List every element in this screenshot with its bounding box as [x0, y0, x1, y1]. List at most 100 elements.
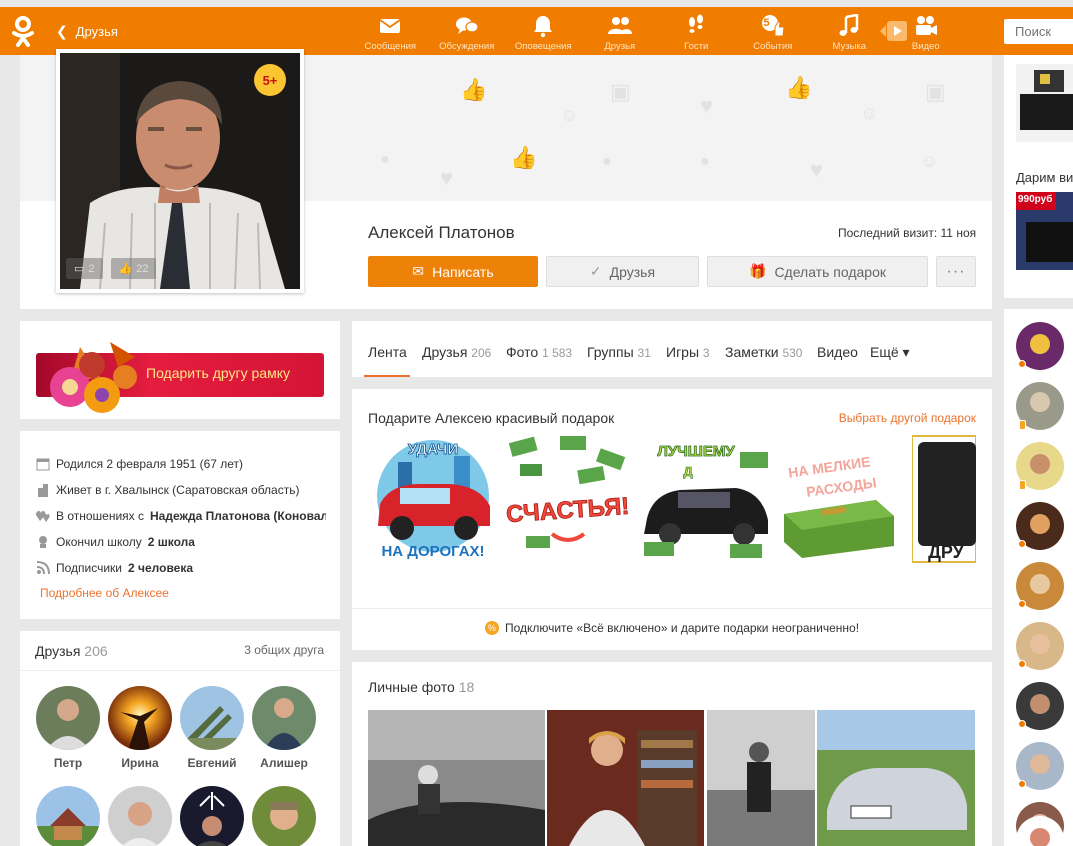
- frame-promo-card[interactable]: Подарить другу рамку: [20, 321, 340, 419]
- pattern-compass-icon: ●: [380, 151, 390, 168]
- friends-status-button[interactable]: ✓ Друзья: [546, 256, 699, 287]
- tab-count: 1 583: [542, 346, 573, 360]
- nav-friends[interactable]: Друзья: [582, 7, 659, 55]
- nav-discussions[interactable]: Обсуждения: [429, 7, 506, 55]
- friend-item[interactable]: Евгений: [180, 686, 244, 770]
- pattern-smile-icon: ☺: [560, 105, 579, 125]
- school-link[interactable]: 2 школа: [148, 535, 195, 549]
- search-input[interactable]: [1004, 19, 1073, 44]
- tab-friends[interactable]: Друзья 206: [422, 344, 491, 360]
- friend-item[interactable]: Петр: [36, 686, 100, 770]
- nav-events[interactable]: 5 События: [735, 7, 812, 55]
- friends-card: Друзья 206 3 общих друга Петр Ирина Евге…: [20, 631, 340, 846]
- avatar-comments[interactable]: ▭ 2: [66, 258, 103, 279]
- avatar: [252, 686, 316, 750]
- subscribers-link[interactable]: 2 человека: [128, 561, 193, 575]
- more-actions-button[interactable]: ···: [936, 256, 976, 287]
- footprints-icon: [689, 14, 704, 33]
- tab-label: Друзья: [422, 344, 468, 360]
- friend-item[interactable]: Ирина: [108, 686, 172, 770]
- common-friends-link[interactable]: 3 общих друга: [244, 643, 324, 657]
- friends-header[interactable]: Друзья 206: [35, 643, 108, 659]
- friend-item[interactable]: [36, 786, 100, 846]
- hearts-icon: [36, 511, 50, 522]
- photo-thumbnail[interactable]: [368, 710, 545, 846]
- nav-messages[interactable]: Сообщения: [352, 7, 429, 55]
- avatar: [36, 786, 100, 846]
- friend-item[interactable]: [180, 786, 244, 846]
- video-play-icon[interactable]: [880, 20, 908, 42]
- gift-item[interactable]: УДАЧИ НА ДОРОГАХ!: [370, 434, 496, 564]
- building-icon: [38, 484, 48, 497]
- pattern-thumbs-icon: 👍: [460, 77, 488, 102]
- pattern-compass-icon: ●: [700, 153, 710, 170]
- friend-item[interactable]: Алишер: [252, 686, 316, 770]
- education-icon: [39, 536, 47, 548]
- online-status-dot: [1018, 660, 1026, 668]
- tab-count: 3: [702, 346, 710, 360]
- avatar: [108, 786, 172, 846]
- ad-text[interactable]: Дарим ви: [1016, 170, 1073, 185]
- friend-item[interactable]: [252, 786, 316, 846]
- nav-label: Гости: [684, 41, 709, 52]
- tab-groups[interactable]: Группы 31: [587, 344, 651, 360]
- gift-item[interactable]: НА МЕЛКИЕ РАСХОДЫ: [776, 434, 904, 564]
- online-status-dot: [1018, 780, 1026, 788]
- comment-icon: ▭: [74, 263, 85, 275]
- back-link[interactable]: ❮ Друзья: [56, 23, 118, 40]
- top-navigation-bar: ❮ Друзья Сообщения Обсуждения Оповещения…: [0, 7, 1073, 55]
- about-born: Родился 2 февраля 1951 (67 лет): [36, 457, 326, 471]
- write-message-button[interactable]: ✉ Написать: [368, 256, 538, 287]
- gift-item[interactable]: ЛУЧШЕМУ Д: [640, 434, 772, 564]
- ad-image: 990руб: [1016, 192, 1073, 270]
- about-school: Окончил школу 2 школа: [36, 535, 326, 549]
- about-relationship: В отношениях с Надежда Платонова (Конова…: [36, 509, 326, 523]
- music-note-icon: [839, 14, 859, 36]
- nav-notifications[interactable]: Оповещения: [505, 7, 582, 55]
- people-icon: [607, 17, 632, 34]
- photo-thumbnail[interactable]: [707, 710, 815, 846]
- gift-text: Д: [683, 464, 693, 479]
- tab-label: Лента: [368, 344, 407, 360]
- photo-thumbnail[interactable]: [817, 710, 975, 846]
- nav-label: Оповещения: [514, 41, 572, 52]
- pattern-photo-icon: ▣: [610, 79, 631, 104]
- tab-feed[interactable]: Лента: [368, 344, 407, 360]
- avatar: [180, 786, 244, 846]
- about-lives-text: Живет в г. Хвалынск (Саратовская область…: [56, 483, 300, 497]
- tab-more[interactable]: Ещё ▾: [870, 344, 910, 361]
- gifts-card: Подарите Алексею красивый подарок Выбрат…: [352, 389, 992, 650]
- friend-name: Петр: [53, 756, 83, 770]
- all-inclusive-promo[interactable]: % Подключите «Всё включено» и дарите под…: [352, 621, 992, 635]
- other-gift-link[interactable]: Выбрать другой подарок: [839, 411, 976, 425]
- ok-mobile-icon: [1019, 480, 1026, 490]
- odnoklassniki-logo-icon[interactable]: [8, 15, 38, 47]
- friends-status-label: Друзья: [609, 263, 656, 280]
- more-about-link[interactable]: Подробнее об Алексее: [40, 586, 169, 600]
- photos-header[interactable]: Личные фото 18: [368, 679, 474, 695]
- tab-notes[interactable]: Заметки 530: [725, 344, 802, 360]
- nav-label: Обсуждения: [439, 41, 495, 52]
- gift-item[interactable]: СЧАСТЬЯ!: [502, 434, 634, 564]
- ad-image: [1016, 64, 1073, 142]
- photo-thumbnail[interactable]: [547, 710, 704, 846]
- friends-title: Друзья: [35, 643, 81, 659]
- avatar-likes[interactable]: 👍 22: [110, 258, 157, 279]
- relationship-partner-link[interactable]: Надежда Платонова (Коновалова): [150, 509, 326, 523]
- tab-photos[interactable]: Фото 1 583: [506, 344, 572, 360]
- envelope-icon: ✉: [412, 263, 425, 279]
- make-gift-button[interactable]: 🎁 Сделать подарок: [707, 256, 928, 287]
- photos-count: 18: [458, 679, 475, 695]
- gift-text: УДАЧИ: [408, 441, 458, 458]
- friend-item[interactable]: [108, 786, 172, 846]
- nav-label: События: [753, 41, 793, 52]
- tab-games[interactable]: Игры 3: [666, 344, 710, 360]
- nav-music[interactable]: Музыка: [811, 7, 888, 55]
- friends-count: 206: [84, 643, 108, 659]
- nav-label: Сообщения: [364, 41, 417, 52]
- gift-item[interactable]: ДРУ: [912, 434, 976, 564]
- nav-guests[interactable]: Гости: [658, 7, 735, 55]
- avatar: [108, 686, 172, 750]
- online-status-dot: [1018, 360, 1026, 368]
- tab-video[interactable]: Видео: [817, 344, 858, 360]
